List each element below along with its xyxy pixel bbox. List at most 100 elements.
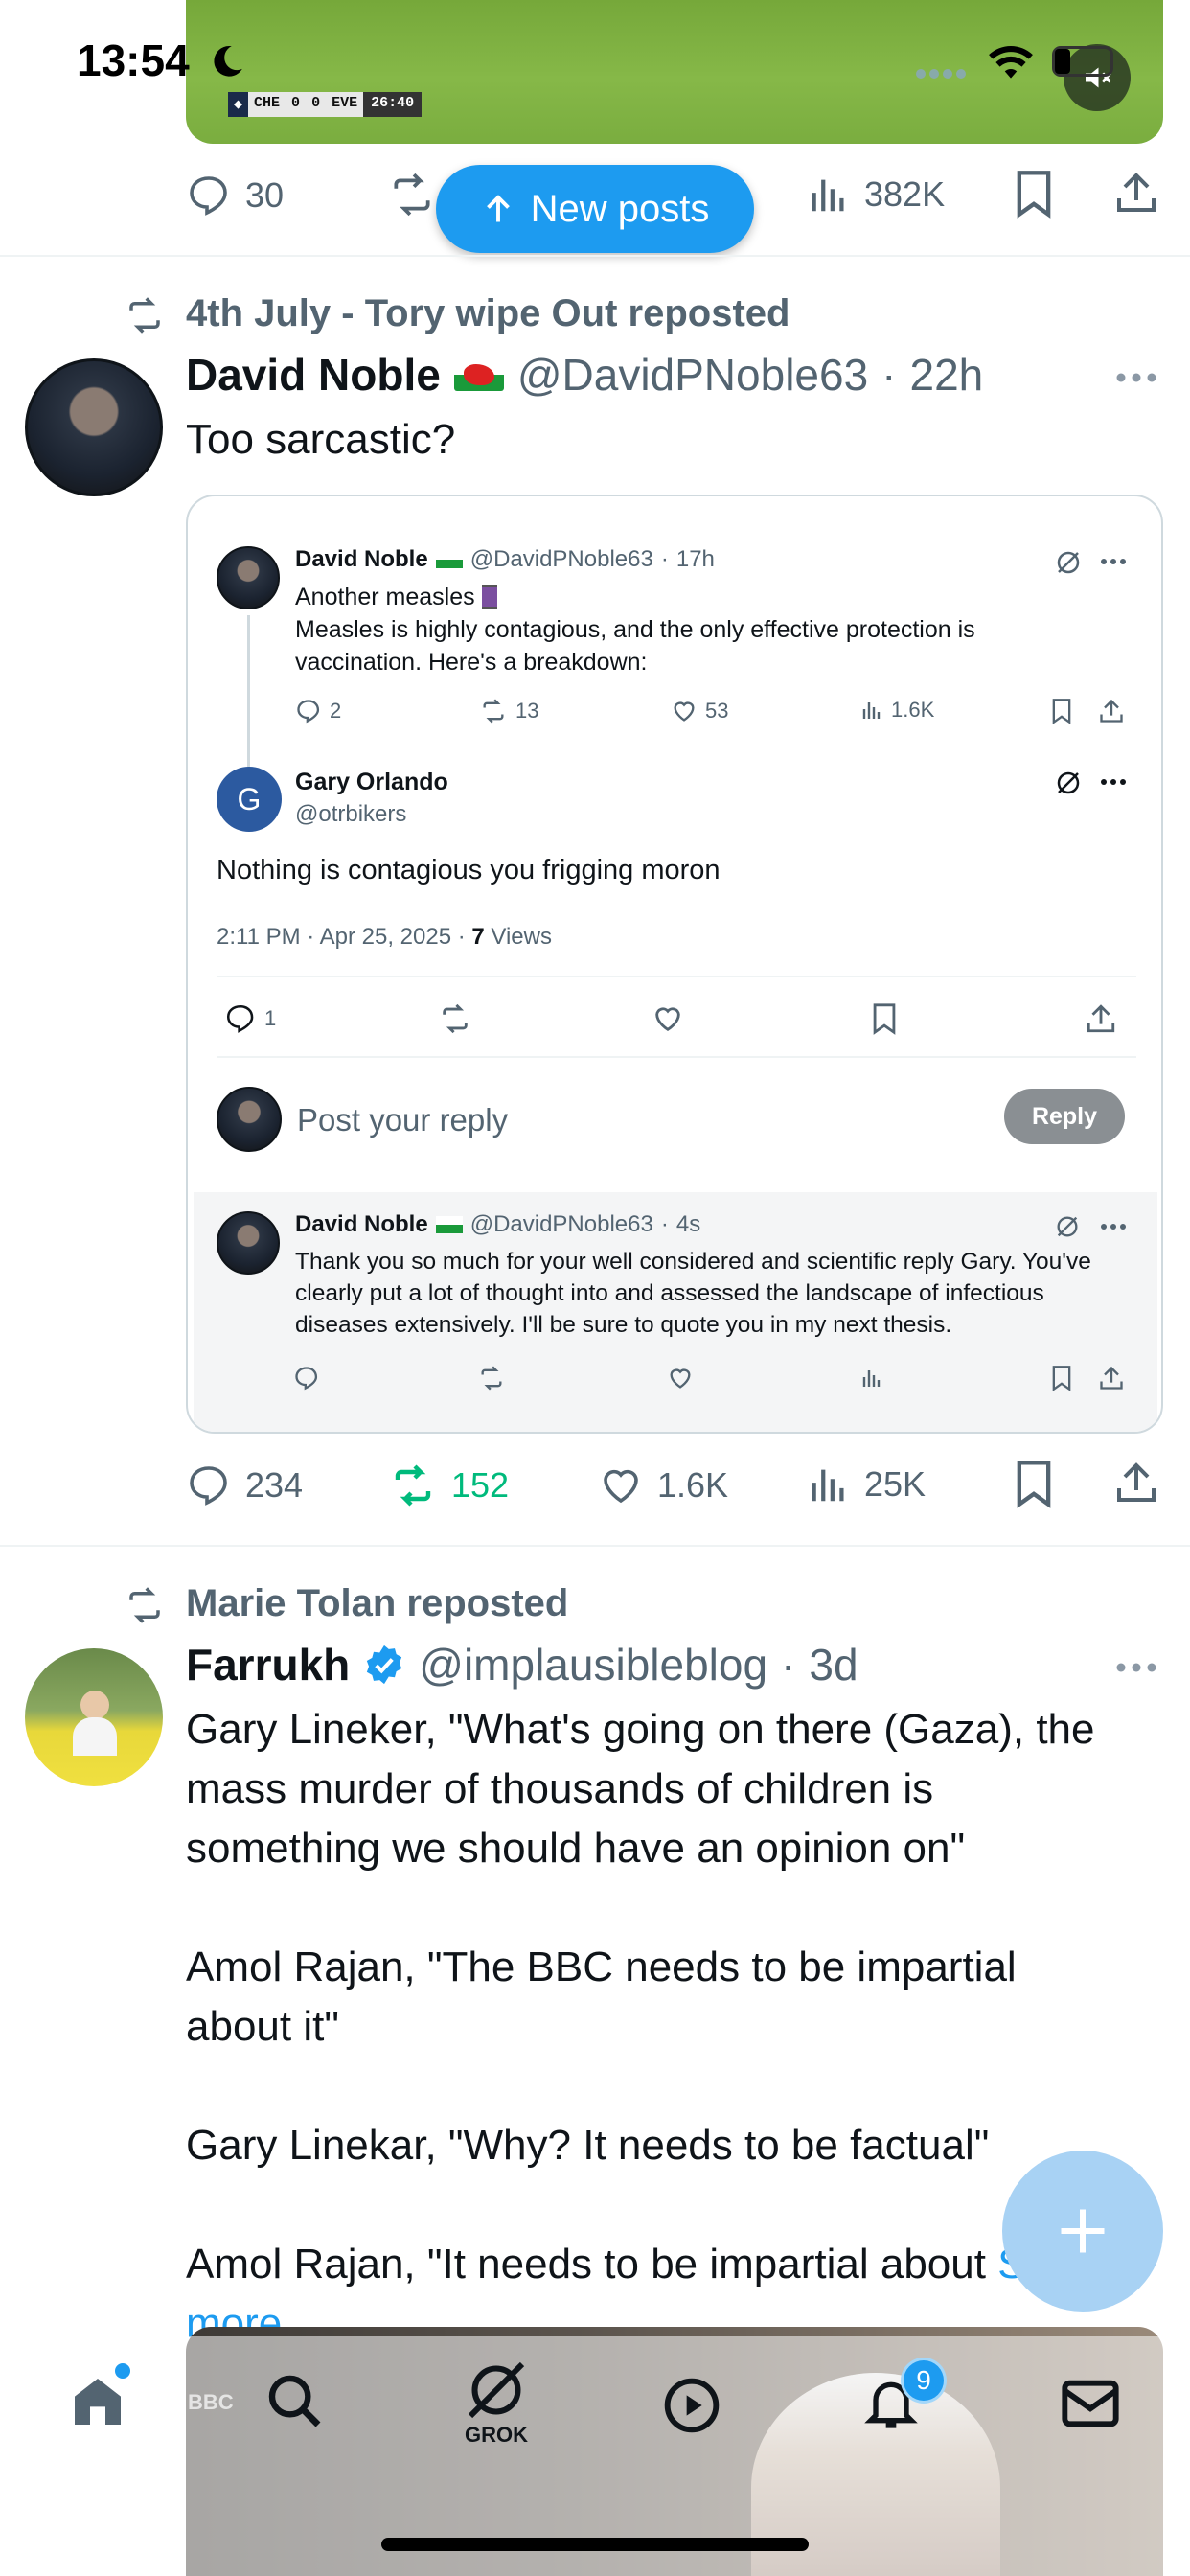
reply-thread: David Noble @DavidPNoble63 · 4s Thank yo… bbox=[194, 1192, 1157, 1432]
avatar[interactable] bbox=[25, 358, 163, 496]
views-action[interactable]: 382K bbox=[807, 172, 945, 217]
views-count: 25K bbox=[864, 1464, 927, 1504]
post-text: Too sarcastic? bbox=[186, 416, 456, 463]
reply-icon bbox=[190, 176, 227, 216]
reply-placeholder: Post your reply bbox=[297, 1102, 509, 1138]
bookmark-icon[interactable] bbox=[1012, 169, 1056, 218]
wales-flag-icon bbox=[435, 551, 463, 568]
quoted-name: David Noble bbox=[295, 546, 428, 572]
reply-action[interactable]: 30 bbox=[186, 172, 284, 218]
repost-label[interactable]: 4th July - Tory wipe Out reposted bbox=[186, 292, 790, 335]
home-icon[interactable] bbox=[67, 2371, 128, 2432]
tweet-header: Farrukh @implausibleblog · 3d bbox=[186, 1639, 858, 1690]
gary-meta: 2:11 PM · Apr 25, 2025 · 7 Views bbox=[217, 924, 552, 950]
author-handle[interactable]: @implausibleblog bbox=[419, 1639, 767, 1690]
quoted-body: Measles is highly contagious, and the on… bbox=[295, 616, 975, 676]
time-separator: · bbox=[881, 350, 897, 400]
repost-icon[interactable] bbox=[388, 171, 436, 218]
battery-icon bbox=[1052, 46, 1113, 77]
quoted-views: 1.6K bbox=[860, 698, 934, 723]
post-paragraph: Gary Lineker, "What's going on there (Ga… bbox=[186, 1706, 1095, 1872]
time-separator: · bbox=[660, 546, 669, 572]
compose-button[interactable] bbox=[1002, 2150, 1163, 2312]
reply-avatar bbox=[217, 1087, 282, 1152]
reply-icon bbox=[190, 1466, 227, 1506]
media-screenshot[interactable]: David Noble @DavidPNoble63 · 17h Another… bbox=[186, 494, 1163, 1434]
bookmark-icon bbox=[1052, 1366, 1071, 1392]
gary-handle: @otrbikers bbox=[295, 801, 407, 827]
grok-tab[interactable]: GROK bbox=[456, 2356, 537, 2448]
repost-icon bbox=[443, 1003, 468, 1034]
home-notification-dot bbox=[115, 2363, 130, 2379]
like-count: 1.6K bbox=[657, 1465, 729, 1505]
reply-button: Reply bbox=[1004, 1089, 1125, 1144]
more-options-icon[interactable] bbox=[1115, 372, 1157, 383]
messages-icon[interactable] bbox=[1060, 2375, 1121, 2432]
score-overlay: ◆ CHE 0 0 EVE 26:40 bbox=[228, 92, 423, 117]
video-play-icon[interactable] bbox=[661, 2375, 722, 2436]
heart-icon bbox=[674, 702, 695, 722]
like-action[interactable]: 1.6K bbox=[598, 1462, 728, 1508]
divider bbox=[217, 976, 1136, 978]
grok-icon bbox=[1057, 551, 1080, 574]
views-icon bbox=[862, 1370, 881, 1387]
quoted-avatar bbox=[217, 546, 280, 610]
status-time: 13:54 bbox=[77, 35, 190, 85]
avatar[interactable] bbox=[25, 1648, 163, 1786]
reply-icon bbox=[297, 700, 320, 724]
gary-name: Gary Orlando bbox=[295, 769, 448, 795]
repost-icon bbox=[481, 1366, 502, 1391]
share-icon[interactable] bbox=[1113, 169, 1159, 217]
grok-label: GROK bbox=[465, 2423, 528, 2447]
score-away: EVE bbox=[326, 92, 364, 117]
gary-replies: 1 bbox=[224, 1002, 276, 1035]
wales-flag-icon bbox=[453, 358, 504, 391]
views-count: 382K bbox=[864, 174, 946, 214]
divider bbox=[217, 1056, 1136, 1058]
gary-text: Nothing is contagious you frigging moron bbox=[217, 855, 721, 886]
thread-header: David Noble @DavidPNoble63 · 4s bbox=[295, 1211, 701, 1237]
quoted-line1: Another measles bbox=[295, 581, 497, 613]
notification-badge: 9 bbox=[901, 2358, 947, 2404]
bookmark-icon[interactable] bbox=[1012, 1459, 1056, 1508]
share-icon bbox=[1100, 699, 1123, 723]
gary-avatar: G bbox=[217, 767, 282, 832]
wales-flag-icon bbox=[435, 1216, 463, 1233]
quoted-thread-line bbox=[247, 615, 250, 774]
repost-icon bbox=[395, 1464, 431, 1506]
quoted-time: 17h bbox=[675, 546, 715, 572]
bookmark-icon bbox=[873, 1003, 896, 1035]
signal-icon bbox=[916, 69, 966, 79]
quoted-replies: 2 bbox=[295, 698, 341, 724]
thread-spool-icon bbox=[481, 585, 497, 610]
repost-icon bbox=[483, 699, 504, 724]
more-options-icon[interactable] bbox=[1115, 1662, 1157, 1673]
share-icon bbox=[1087, 1004, 1115, 1033]
post-paragraph: Amol Rajan, "The BBC needs to be imparti… bbox=[186, 1944, 1017, 2050]
more-options-icon bbox=[1101, 1224, 1126, 1230]
more-options-icon bbox=[1101, 559, 1126, 564]
views-icon bbox=[812, 1469, 844, 1502]
reply-icon bbox=[226, 1004, 254, 1033]
home-indicator bbox=[381, 2538, 809, 2551]
search-icon[interactable] bbox=[264, 2371, 326, 2432]
new-posts-label: New posts bbox=[530, 187, 710, 230]
quoted-handle: @DavidPNoble63 bbox=[469, 546, 653, 572]
new-posts-button[interactable]: New posts bbox=[436, 165, 754, 253]
share-icon[interactable] bbox=[1113, 1459, 1159, 1506]
author-handle[interactable]: @DavidPNoble63 bbox=[517, 349, 868, 401]
repost-label[interactable]: Marie Tolan reposted bbox=[186, 1582, 568, 1625]
score-away-val: 0 bbox=[306, 92, 327, 117]
quoted-likes: 53 bbox=[671, 698, 728, 724]
reply-count: 30 bbox=[245, 175, 285, 215]
plus-icon bbox=[1061, 2209, 1105, 2253]
author-name[interactable]: Farrukh bbox=[186, 1639, 350, 1690]
views-action[interactable]: 25K bbox=[807, 1462, 926, 1506]
score-home: CHE bbox=[248, 92, 286, 117]
wifi-icon bbox=[989, 45, 1033, 79]
arrow-up-icon bbox=[486, 195, 510, 222]
author-name[interactable]: David Noble bbox=[186, 349, 441, 401]
repost-action[interactable]: 152 bbox=[388, 1462, 509, 1508]
reply-action[interactable]: 234 bbox=[186, 1462, 303, 1508]
score-home-val: 0 bbox=[286, 92, 307, 117]
